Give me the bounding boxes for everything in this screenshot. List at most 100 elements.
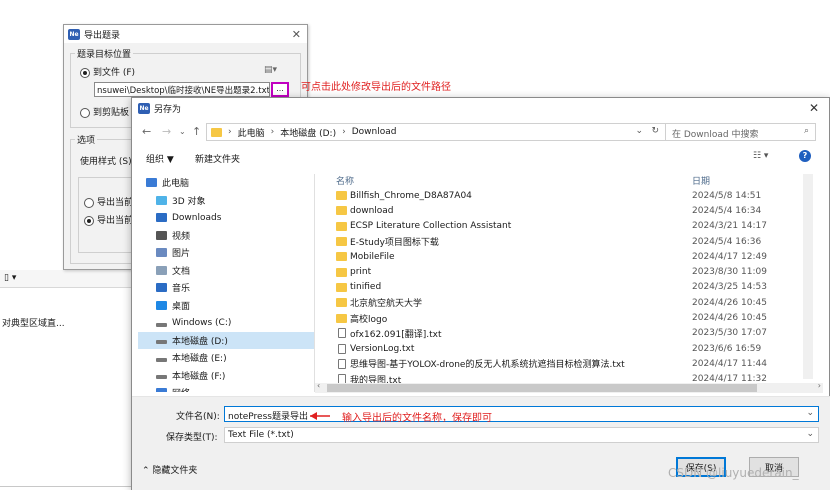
close-icon[interactable]: ✕ <box>292 28 301 41</box>
search-input[interactable]: 在 Download 中搜索 ⌕ <box>665 123 816 141</box>
breadcrumb-drive[interactable]: 本地磁盘 (D:) <box>280 126 336 139</box>
text-file-icon <box>338 328 346 339</box>
file-list-header: 名称 日期 <box>330 174 820 187</box>
to-file-radio[interactable] <box>80 67 90 78</box>
app-icon: Ne <box>68 28 80 40</box>
export-option-a-radio[interactable] <box>84 197 94 208</box>
nav-item-label: 网络 <box>172 386 190 392</box>
folder-icon <box>336 221 347 231</box>
nav-item-label: 桌面 <box>172 301 191 312</box>
search-icon[interactable]: ⌕ <box>804 126 809 136</box>
export-option-b-radio[interactable] <box>84 215 94 226</box>
export-dialog-titlebar: Ne 导出题录 <box>64 25 307 43</box>
desktop-icon <box>156 300 167 310</box>
new-folder-button[interactable]: 新建文件夹 <box>195 152 240 165</box>
nav-item[interactable]: 网络 <box>138 384 314 392</box>
text-file-icon <box>338 358 346 369</box>
file-row[interactable]: download 2024/5/4 16:34 <box>330 203 810 218</box>
folder-icon <box>336 267 347 277</box>
file-row[interactable]: 思维导图-基于YOLOX-drone的反无人机系统抗遮挡目标检测算法.txt 20… <box>330 356 810 371</box>
nav-item[interactable]: 本地磁盘 (F:) <box>138 367 314 385</box>
file-row[interactable]: Billfish_Chrome_D8A87A04 2024/5/8 14:51 <box>330 188 810 203</box>
music-icon <box>156 283 167 293</box>
file-row[interactable]: 北京航空航天大学 2024/4/26 10:45 <box>330 295 810 310</box>
clipboard-radio[interactable] <box>80 107 90 118</box>
to-file-label: 到文件 (F) <box>93 68 136 78</box>
file-date: 2024/5/4 16:36 <box>692 236 762 247</box>
chevron-down-icon[interactable]: ⌄ <box>806 408 814 418</box>
nav-item[interactable]: Windows (C:) <box>138 314 314 332</box>
file-list: 名称 日期 Billfish_Chrome_D8A87A04 2024/5/8 1… <box>330 174 820 384</box>
horizontal-scroll-thumb[interactable] <box>327 384 757 392</box>
forward-icon[interactable]: → <box>162 125 171 138</box>
nav-item[interactable]: 本地磁盘 (E:) <box>138 349 314 367</box>
file-row[interactable]: 高校logo 2024/4/26 10:45 <box>330 310 810 325</box>
column-date[interactable]: 日期 <box>692 174 710 187</box>
close-icon[interactable]: ✕ <box>809 101 819 115</box>
to-file-option[interactable]: 到文件 (F) <box>80 65 135 78</box>
chevron-down-icon[interactable]: ⌄ <box>806 429 814 439</box>
filename-value: notePress题录导出 <box>228 412 308 422</box>
export-option-a-label: 导出当前 <box>97 198 134 208</box>
clipboard-option[interactable]: 到剪贴板 <box>80 105 129 118</box>
history-dropdown-icon[interactable]: ⌄ <box>635 126 643 136</box>
file-path-field[interactable]: nsuwei\Desktop\临时接收\NE导出题录2.txt <box>94 82 270 97</box>
nav-scrollbar[interactable]: ⌃ <box>314 174 315 392</box>
nav-item[interactable]: 文档 <box>138 262 314 280</box>
organize-button[interactable]: 组织 ▼ <box>146 152 174 165</box>
file-options-icon[interactable]: ▤▾ <box>264 65 277 75</box>
drive-icon <box>156 322 167 327</box>
file-row[interactable]: ECSP Literature Collection Assistant 2024… <box>330 219 810 234</box>
nav-item[interactable]: 视频 <box>138 227 314 245</box>
nav-item-label: 此电脑 <box>162 179 190 190</box>
breadcrumb-download[interactable]: Download <box>352 127 397 137</box>
help-icon[interactable]: ? <box>799 150 811 162</box>
nav-item[interactable]: Downloads <box>138 209 314 227</box>
horizontal-scrollbar[interactable]: ‹ › <box>315 381 823 393</box>
file-row[interactable]: print 2023/8/30 11:09 <box>330 265 810 280</box>
file-list-scrollbar[interactable] <box>803 174 813 379</box>
nav-item[interactable]: 3D 对象 <box>138 192 314 210</box>
nav-item[interactable]: 本地磁盘 (D:) <box>138 331 314 349</box>
breadcrumb-pc[interactable]: 此电脑 <box>238 126 265 139</box>
view-options-icon[interactable]: ☷ ▾ <box>753 151 768 161</box>
browse-button[interactable]: ... <box>271 82 289 97</box>
file-row[interactable]: ofx162.091[翻译].txt 2023/5/30 17:07 <box>330 326 810 341</box>
refresh-icon[interactable]: ↻ <box>651 126 659 136</box>
file-row[interactable]: VersionLog.txt 2023/6/6 16:59 <box>330 341 810 356</box>
scroll-right-icon[interactable]: › <box>818 381 821 390</box>
drive-icon <box>156 357 167 362</box>
chevron-down-icon[interactable]: ⌄ <box>179 127 186 136</box>
toolbar-glyph[interactable]: ▯ ▾ <box>4 273 16 283</box>
nav-item[interactable]: 桌面 <box>138 297 314 315</box>
back-icon[interactable]: ← <box>142 125 151 138</box>
file-date: 2023/5/30 17:07 <box>692 328 767 339</box>
folder-icon <box>336 191 347 201</box>
nav-item[interactable]: 此电脑 <box>138 174 314 192</box>
address-bar[interactable]: › 此电脑 › 本地磁盘 (D:) › Download ⌄ ↻ <box>206 123 666 141</box>
folder-icon <box>336 313 347 323</box>
export-option-a[interactable]: 导出当前 <box>84 195 133 208</box>
nav-item-label: 文档 <box>172 266 191 277</box>
hide-folders-toggle[interactable]: ⌃ 隐藏文件夹 <box>142 463 197 476</box>
folder-icon <box>336 206 347 216</box>
nav-item[interactable]: 图片 <box>138 244 314 262</box>
export-option-b[interactable]: 导出当前 <box>84 213 133 226</box>
file-name: download <box>350 205 394 216</box>
filetype-label: 保存类型(T): <box>166 433 218 443</box>
nav-item[interactable]: 音乐 <box>138 279 314 297</box>
file-name: MobileFile <box>350 251 395 262</box>
folder-icon <box>336 298 347 308</box>
file-row[interactable]: E-Study项目图标下载 2024/5/4 16:36 <box>330 234 810 249</box>
nav-item-label: 本地磁盘 (D:) <box>172 336 228 347</box>
up-icon[interactable]: ↑ <box>192 125 201 138</box>
nav-item-label: Downloads <box>172 212 222 223</box>
save-as-dialog: Ne 另存为 ✕ ← → ⌄ ↑ › 此电脑 › 本地磁盘 (D:) › Dow… <box>131 97 830 490</box>
scroll-left-icon[interactable]: ‹ <box>317 381 320 390</box>
filetype-select[interactable]: Text File (*.txt) ⌄ <box>224 427 819 443</box>
file-row[interactable]: tinified 2024/3/25 14:53 <box>330 280 810 295</box>
style-label: 使用样式 (S) <box>80 157 132 167</box>
column-name[interactable]: 名称 <box>336 174 354 187</box>
hide-folders-label: 隐藏文件夹 <box>152 466 198 476</box>
file-row[interactable]: MobileFile 2024/4/17 12:49 <box>330 249 810 264</box>
